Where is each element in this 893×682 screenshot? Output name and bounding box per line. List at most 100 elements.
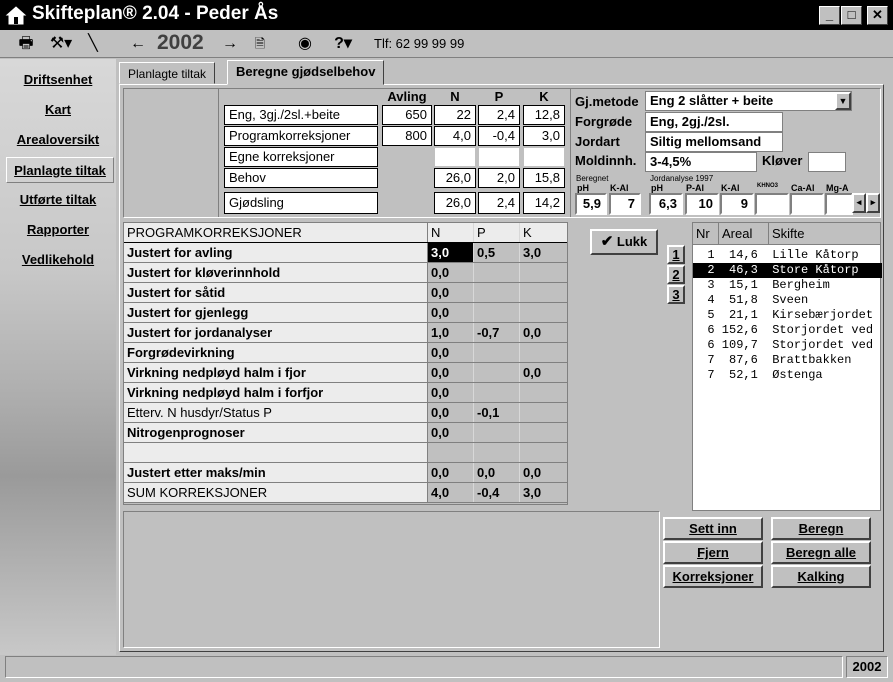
row-k[interactable]: [520, 303, 567, 322]
row-k[interactable]: [520, 343, 567, 362]
row-n[interactable]: 0,0: [428, 383, 474, 402]
caal-field[interactable]: [790, 193, 824, 215]
row-k[interactable]: 3,0: [520, 483, 567, 502]
beregn-button[interactable]: Beregn: [771, 517, 871, 540]
avling-input[interactable]: 800: [382, 126, 432, 146]
beregn-alle-button[interactable]: Beregn alle: [771, 541, 871, 564]
row-n[interactable]: 0,0: [428, 423, 474, 442]
table-row[interactable]: Virkning nedpløyd halm i forfjor 0,0: [124, 383, 567, 403]
sidebar-item-utforte-tiltak[interactable]: Utførte tiltak: [0, 187, 116, 213]
table-row[interactable]: Justert etter maks/min 0,0 0,0 0,0: [124, 463, 567, 483]
table-row[interactable]: Justert for kløverinnhold 0,0: [124, 263, 567, 283]
row-n[interactable]: 0,0: [428, 343, 474, 362]
row-k[interactable]: 0,0: [520, 463, 567, 482]
row-n[interactable]: 1,0: [428, 323, 474, 342]
list-item[interactable]: 5 21,1 Kirsebærjordet: [693, 308, 882, 323]
row-k[interactable]: [520, 263, 567, 282]
row-k[interactable]: 0,0: [520, 323, 567, 342]
table-row[interactable]: Virkning nedpløyd halm i fjor 0,0 0,0: [124, 363, 567, 383]
row-p[interactable]: 0,0: [474, 463, 520, 482]
row-n[interactable]: 0,0: [428, 363, 474, 382]
list-item-selected[interactable]: 2 46,3 Store Kåtorp: [693, 263, 882, 278]
sidebar-item-driftsenhet[interactable]: Driftsenhet: [0, 67, 116, 93]
table-row[interactable]: Justert for avling 3,0 0,5 3,0: [124, 243, 567, 263]
row-n[interactable]: 0,0: [428, 283, 474, 302]
pen-icon[interactable]: ╲: [82, 33, 104, 55]
list-item[interactable]: 7 52,1 Østenga: [693, 368, 882, 383]
chevron-down-icon[interactable]: ▼: [835, 92, 851, 110]
row-p[interactable]: [474, 263, 520, 282]
row-p[interactable]: [474, 443, 520, 462]
ph-analyse-field[interactable]: 6,3: [649, 193, 683, 215]
sidebar-item-arealoversikt[interactable]: Arealoversikt: [0, 127, 116, 153]
table-row[interactable]: Nitrogenprognoser 0,0: [124, 423, 567, 443]
ph-beregnet-field[interactable]: 5,9: [575, 193, 607, 215]
arrow-left-icon[interactable]: ←: [126, 33, 150, 55]
table-row[interactable]: Justert for gjenlegg 0,0: [124, 303, 567, 323]
sett-inn-button[interactable]: Sett inn: [663, 517, 763, 540]
row-k[interactable]: [520, 383, 567, 402]
row-p[interactable]: -0,7: [474, 323, 520, 342]
row-k[interactable]: [520, 423, 567, 442]
row-p[interactable]: [474, 303, 520, 322]
p-input[interactable]: [478, 147, 520, 167]
printer-icon[interactable]: 🖶: [14, 33, 38, 55]
scroll-right-icon[interactable]: ▸: [866, 193, 880, 213]
year-2-button[interactable]: 2: [667, 265, 685, 284]
list-header-areal[interactable]: Areal: [719, 223, 769, 245]
row-p[interactable]: [474, 343, 520, 362]
tab-planlagte-tiltak[interactable]: Planlagte tiltak: [119, 62, 216, 84]
table-row[interactable]: Forgrødevirkning 0,0: [124, 343, 567, 363]
list-item[interactable]: 6 109,7 Storjordet ved: [693, 338, 882, 353]
row-k[interactable]: [520, 443, 567, 462]
klover-input[interactable]: [808, 152, 846, 172]
row-p[interactable]: 0,5: [474, 243, 520, 262]
list-header-nr[interactable]: Nr: [693, 223, 719, 245]
tab-beregne-gjodselbehov[interactable]: Beregne gjødselbehov: [227, 60, 385, 85]
sidebar-item-planlagte-tiltak[interactable]: Planlagte tiltak: [6, 157, 114, 183]
row-k[interactable]: [520, 403, 567, 422]
table-row[interactable]: SUM KORREKSJONER 4,0 -0,4 3,0: [124, 483, 567, 503]
row-p[interactable]: [474, 283, 520, 302]
sidebar-item-kart[interactable]: Kart: [0, 97, 116, 123]
row-n[interactable]: 4,0: [428, 483, 474, 502]
row-n[interactable]: [428, 443, 474, 462]
help-icon[interactable]: ?▾: [328, 33, 358, 55]
list-item[interactable]: 7 87,6 Brattbakken: [693, 353, 882, 368]
k-input[interactable]: [523, 147, 565, 167]
fields-list[interactable]: Nr Areal Skifte 1 14,6 Lille Kåtorp 2 46…: [692, 222, 882, 511]
row-n[interactable]: 0,0: [428, 303, 474, 322]
row-n[interactable]: 0,0: [428, 263, 474, 282]
row-p[interactable]: -0,4: [474, 483, 520, 502]
list-item[interactable]: 6 152,6 Storjordet ved: [693, 323, 882, 338]
kalking-button[interactable]: Kalking: [771, 565, 871, 588]
khno3-field[interactable]: [755, 193, 789, 215]
avling-input[interactable]: 650: [382, 105, 432, 125]
kal-beregnet-field[interactable]: 7: [609, 193, 641, 215]
row-p[interactable]: [474, 383, 520, 402]
row-n[interactable]: 0,0: [428, 463, 474, 482]
list-item[interactable]: 3 15,1 Bergheim: [693, 278, 882, 293]
sidebar-item-vedlikehold[interactable]: Vedlikehold: [0, 247, 116, 273]
table-row[interactable]: [124, 443, 567, 463]
kal-analyse-field[interactable]: 9: [720, 193, 754, 215]
row-p[interactable]: [474, 423, 520, 442]
year-1-button[interactable]: 1: [667, 245, 685, 264]
table-row[interactable]: Justert for jordanalyser 1,0 -0,7 0,0: [124, 323, 567, 343]
row-k[interactable]: 0,0: [520, 363, 567, 382]
close-button[interactable]: ✕: [867, 6, 888, 25]
list-item[interactable]: 1 14,6 Lille Kåtorp: [693, 248, 882, 263]
gjmetode-select[interactable]: Eng 2 slåtter + beite: [645, 91, 852, 111]
table-row[interactable]: Justert for såtid 0,0: [124, 283, 567, 303]
row-k[interactable]: [520, 283, 567, 302]
scroll-left-icon[interactable]: ◂: [852, 193, 866, 213]
tools-icon[interactable]: ⚒▾: [44, 33, 78, 55]
row-n[interactable]: 3,0: [428, 243, 474, 262]
jordart-field[interactable]: Siltig mellomsand: [645, 132, 783, 152]
row-p[interactable]: -0,1: [474, 403, 520, 422]
globe-icon[interactable]: ◉: [294, 33, 316, 55]
year-3-button[interactable]: 3: [667, 285, 685, 304]
list-header-skifte[interactable]: Skifte: [769, 223, 880, 245]
moldinnh-field[interactable]: 3-4,5%: [645, 152, 757, 172]
row-n[interactable]: 0,0: [428, 403, 474, 422]
